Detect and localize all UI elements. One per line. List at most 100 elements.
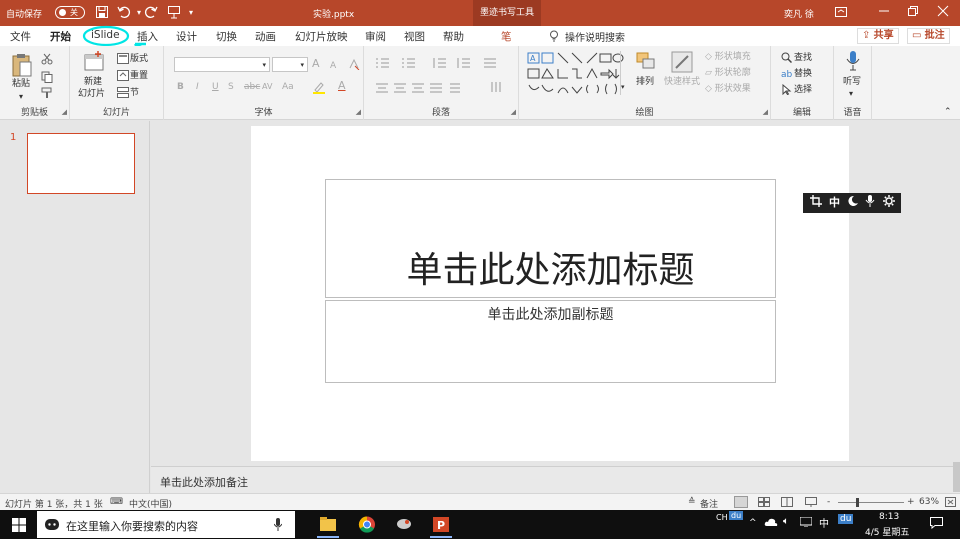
layout-label[interactable]: 版式 bbox=[130, 53, 148, 65]
grow-font-button[interactable]: A bbox=[312, 58, 320, 70]
tell-me-search[interactable]: 操作说明搜索 bbox=[565, 29, 625, 44]
notes-toggle[interactable]: 备注 bbox=[700, 497, 718, 510]
new-slide-icon[interactable] bbox=[82, 50, 106, 75]
tab-review[interactable]: 审阅 bbox=[365, 29, 386, 44]
zoom-out-button[interactable]: - bbox=[827, 497, 830, 507]
reset-label[interactable]: 重置 bbox=[130, 70, 148, 82]
slideshow-view-icon[interactable] bbox=[805, 497, 817, 510]
shapes-gallery[interactable]: A bbox=[527, 51, 627, 99]
tab-pen[interactable]: 笔 bbox=[501, 29, 512, 44]
windows-start-icon[interactable] bbox=[12, 518, 26, 535]
crop-icon[interactable] bbox=[810, 195, 822, 212]
clock-date[interactable]: 4/5 星期五 bbox=[865, 525, 909, 538]
shape-effects-button[interactable]: ◇ 形状效果 bbox=[705, 83, 751, 95]
paste-icon[interactable] bbox=[11, 52, 33, 81]
tab-file[interactable]: 文件 bbox=[10, 29, 31, 44]
shrink-font-button[interactable]: A bbox=[330, 60, 336, 72]
quick-styles-icon[interactable] bbox=[671, 51, 693, 76]
scrollbar-thumb[interactable] bbox=[953, 462, 960, 492]
highlighter-icon[interactable] bbox=[312, 81, 326, 97]
save-icon[interactable] bbox=[94, 5, 110, 21]
clear-formatting-icon[interactable] bbox=[348, 58, 360, 73]
microphone-icon[interactable] bbox=[846, 50, 860, 75]
section-icon[interactable] bbox=[117, 87, 129, 101]
share-button[interactable]: ⇪ 共享 bbox=[857, 28, 899, 44]
ime-indicator[interactable]: CH bbox=[716, 513, 728, 522]
paragraph-launcher-icon[interactable]: ◢ bbox=[511, 106, 516, 118]
fit-to-window-icon[interactable] bbox=[945, 497, 956, 510]
baidu-ime-icon[interactable]: du bbox=[729, 511, 744, 520]
font-family-select[interactable]: ▾ bbox=[174, 57, 270, 72]
find-label[interactable]: 查找 bbox=[794, 52, 812, 64]
shapes-scroll[interactable]: ▾ bbox=[620, 51, 628, 95]
ribbon-display-options-icon[interactable] bbox=[833, 5, 849, 21]
paragraph-controls-icon[interactable] bbox=[374, 56, 514, 104]
chrome-app[interactable] bbox=[353, 512, 381, 537]
tab-help[interactable]: 帮助 bbox=[443, 29, 464, 44]
dictate-dropdown-icon[interactable]: ▾ bbox=[849, 88, 853, 100]
subtitle-placeholder[interactable]: 单击此处添加副标题 bbox=[325, 300, 776, 383]
comments-button[interactable]: ▭ 批注 bbox=[907, 28, 950, 44]
reset-icon[interactable] bbox=[117, 70, 129, 84]
network-icon[interactable] bbox=[799, 516, 813, 530]
slide-sorter-icon[interactable] bbox=[758, 497, 770, 510]
customize-toolbar-icon[interactable]: ▾ bbox=[183, 5, 199, 21]
new-slide-label[interactable]: 新建 bbox=[84, 76, 102, 88]
select-icon[interactable] bbox=[781, 83, 792, 98]
normal-view-icon[interactable] bbox=[734, 496, 748, 508]
drawing-launcher-icon[interactable]: ◢ bbox=[763, 106, 768, 118]
zoom-slider-thumb[interactable] bbox=[856, 498, 859, 507]
replace-icon[interactable]: ab bbox=[781, 68, 793, 82]
user-name[interactable]: 奕凡 徐 bbox=[784, 7, 814, 20]
copy-icon[interactable] bbox=[41, 71, 53, 86]
slide-thumbnail[interactable] bbox=[27, 133, 135, 194]
clock-time[interactable]: 8:13 bbox=[879, 512, 899, 522]
language-indicator[interactable]: 中文(中国) bbox=[129, 497, 172, 510]
format-painter-icon[interactable] bbox=[41, 87, 53, 102]
spellcheck-icon[interactable]: ⌨ bbox=[110, 497, 123, 507]
ime-chinese-button[interactable]: 中 bbox=[829, 195, 840, 211]
taskbar-search[interactable]: 在这里输入你要搜索的内容 bbox=[37, 511, 295, 538]
close-icon[interactable] bbox=[935, 5, 951, 21]
action-center-icon[interactable] bbox=[930, 517, 943, 532]
tab-slideshow[interactable]: 幻灯片放映 bbox=[295, 29, 348, 44]
shadow-button[interactable]: S bbox=[228, 81, 234, 93]
notes-pane[interactable]: 单击此处添加备注 bbox=[151, 466, 960, 493]
quick-styles-label[interactable]: 快速样式 bbox=[664, 76, 700, 88]
undo-icon[interactable] bbox=[116, 5, 132, 21]
find-icon[interactable] bbox=[781, 52, 793, 66]
baidu-tray-icon[interactable]: du bbox=[838, 514, 854, 524]
zoom-in-button[interactable]: + bbox=[907, 497, 915, 507]
select-label[interactable]: 选择 bbox=[794, 84, 812, 96]
new-slide-label-2[interactable]: 幻灯片 bbox=[78, 88, 105, 100]
paste-label[interactable]: 粘贴 bbox=[12, 78, 30, 90]
bold-button[interactable]: B bbox=[177, 81, 184, 93]
replace-label[interactable]: 替换 bbox=[794, 68, 812, 80]
collapse-ribbon-icon[interactable]: ⌃ bbox=[944, 106, 952, 118]
section-label[interactable]: 节 bbox=[130, 87, 139, 99]
moon-icon[interactable] bbox=[847, 195, 859, 212]
strikethrough-icon[interactable]: abc bbox=[244, 81, 260, 93]
dictate-label[interactable]: 听写 bbox=[843, 76, 861, 88]
font-launcher-icon[interactable]: ◢ bbox=[356, 106, 361, 118]
restore-icon[interactable] bbox=[905, 5, 921, 21]
onedrive-icon[interactable] bbox=[764, 518, 778, 530]
powerpoint-app[interactable]: P bbox=[427, 512, 455, 538]
cut-icon[interactable] bbox=[41, 53, 53, 68]
settings-icon[interactable] bbox=[883, 195, 895, 212]
underline-button[interactable]: U bbox=[212, 81, 219, 93]
shape-fill-button[interactable]: ◇ 形状填充 bbox=[705, 51, 751, 63]
tab-view[interactable]: 视图 bbox=[404, 29, 425, 44]
font-color-button[interactable]: A bbox=[338, 80, 346, 92]
redo-icon[interactable] bbox=[143, 5, 159, 21]
slide[interactable]: 单击此处添加标题 单击此处添加副标题 bbox=[251, 126, 849, 461]
volume-icon[interactable]: 🔈︎ bbox=[783, 516, 789, 527]
tab-home[interactable]: 开始 bbox=[50, 29, 71, 48]
notes-toggle-icon[interactable]: ≙ bbox=[688, 497, 696, 507]
layout-icon[interactable] bbox=[117, 53, 129, 67]
file-explorer-app[interactable] bbox=[314, 512, 342, 538]
title-placeholder[interactable]: 单击此处添加标题 bbox=[325, 179, 776, 298]
char-spacing-button[interactable]: AV bbox=[262, 81, 272, 93]
font-size-select[interactable]: ▾ bbox=[272, 57, 308, 72]
zoom-level[interactable]: 63% bbox=[919, 497, 939, 507]
